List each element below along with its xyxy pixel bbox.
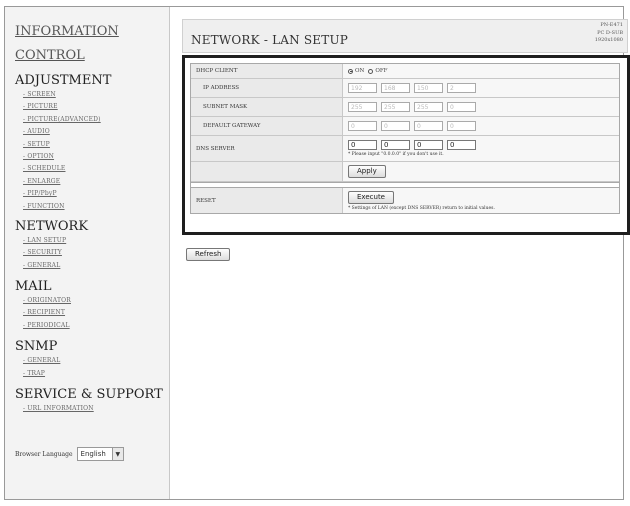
nav-item-pip-pbyp[interactable]: - PIP/PbyP — [15, 188, 169, 200]
dns-label: DNS SERVER — [191, 136, 343, 161]
nav-information[interactable]: INFORMATION — [15, 24, 169, 39]
dhcp-off-label: OFF — [375, 68, 388, 74]
nav-service-heading: SERVICE & SUPPORT — [15, 387, 163, 403]
ip-address-row: IP ADDRESS 192 168 150 2 — [191, 79, 619, 98]
refresh-button[interactable]: Refresh — [186, 248, 231, 261]
gateway-octet-1[interactable]: 0 — [348, 121, 377, 131]
ip-address-value: 192 168 150 2 — [343, 79, 619, 97]
browser-language-label: Browser Language — [15, 450, 73, 458]
main-content: NETWORK - LAN SETUP PN-E471 PC D-SUB 192… — [171, 7, 630, 499]
apply-button[interactable]: Apply — [348, 165, 386, 178]
nav-item-security[interactable]: - SECURITY — [15, 247, 169, 259]
nav-item-lan-setup[interactable]: - LAN SETUP — [15, 235, 169, 247]
dns-octet-1[interactable]: 0 — [348, 140, 377, 150]
execute-button[interactable]: Execute — [348, 190, 394, 204]
dhcp-on-option[interactable]: ON — [348, 68, 364, 74]
chevron-down-icon[interactable]: ▼ — [111, 448, 123, 460]
input-name: PC D-SUB — [597, 29, 623, 36]
dhcp-value: ON OFF — [343, 64, 619, 78]
dns-value: 0 0 0 0 * Please input "0.0.0.0" if you … — [343, 136, 619, 161]
apply-cell: Apply — [343, 162, 619, 181]
reset-label: RESET — [191, 188, 343, 213]
nav-item-periodical[interactable]: - PERIODICAL — [15, 320, 169, 332]
nav-item-recipient[interactable]: - RECIPIENT — [15, 307, 169, 319]
nav-mail-heading: MAIL — [15, 279, 52, 295]
dhcp-on-radio[interactable] — [348, 68, 353, 74]
gateway-row: DEFAULT GATEWAY 0 0 0 0 — [191, 117, 619, 136]
dns-row: DNS SERVER 0 0 0 0 * Please input "0.0.0… — [191, 136, 619, 162]
dhcp-off-option[interactable]: OFF — [368, 68, 387, 74]
subnet-row: SUBNET MASK 255 255 255 0 — [191, 98, 619, 117]
nav-control[interactable]: CONTROL — [15, 48, 169, 63]
page-title: NETWORK - LAN SETUP — [191, 33, 349, 47]
nav-item-originator[interactable]: - ORIGINATOR — [15, 295, 169, 307]
subnet-label: SUBNET MASK — [191, 98, 343, 116]
dhcp-on-label: ON — [355, 68, 365, 74]
browser-language-select[interactable]: English ▼ — [76, 447, 124, 461]
dns-octet-4[interactable]: 0 — [447, 140, 476, 150]
reset-row: RESET Execute * Settings of LAN (except … — [191, 188, 619, 213]
dhcp-row: DHCP CLIENT ON OFF — [191, 64, 619, 79]
nav-item-function[interactable]: - FUNCTION — [15, 201, 169, 213]
nav-item-picture[interactable]: - PICTURE — [15, 101, 169, 113]
ip-octet-3[interactable]: 150 — [414, 83, 443, 93]
model-name: PN-E471 — [600, 22, 623, 28]
nav-item-setup[interactable]: - SETUP — [15, 139, 169, 151]
device-info: PN-E471 PC D-SUB 1920x1080 — [595, 22, 623, 45]
nav-item-url-information[interactable]: - URL INFORMATION — [15, 403, 169, 415]
lan-settings-table: DHCP CLIENT ON OFF IP ADDRESS 192 168 15… — [190, 63, 620, 214]
gateway-label: DEFAULT GATEWAY — [191, 117, 343, 135]
dhcp-off-radio[interactable] — [368, 68, 374, 74]
ip-octet-1[interactable]: 192 — [348, 83, 377, 93]
nav-item-option[interactable]: - OPTION — [15, 151, 169, 163]
dns-octet-2[interactable]: 0 — [381, 140, 410, 150]
apply-label-cell — [191, 162, 343, 181]
ip-octet-4[interactable]: 2 — [447, 83, 476, 93]
subnet-octet-3[interactable]: 255 — [414, 102, 443, 112]
reset-cell: Execute * Settings of LAN (except DNS SE… — [343, 188, 619, 213]
reset-note: * Settings of LAN (except DNS SERVER) re… — [348, 205, 495, 211]
dhcp-label: DHCP CLIENT — [191, 64, 343, 78]
nav-snmp-heading: SNMP — [15, 339, 58, 355]
sidebar: INFORMATION CONTROL ADJUSTMENT - SCREEN … — [5, 7, 170, 499]
browser-language-value: English — [80, 450, 106, 458]
gateway-octet-3[interactable]: 0 — [414, 121, 443, 131]
nav-item-trap[interactable]: - TRAP — [15, 368, 169, 380]
nav-item-audio[interactable]: - AUDIO — [15, 126, 169, 138]
subnet-octet-1[interactable]: 255 — [348, 102, 377, 112]
ip-address-label: IP ADDRESS — [191, 79, 343, 97]
nav-item-picture-advanced[interactable]: - PICTURE(ADVANCED) — [15, 114, 169, 126]
gateway-value: 0 0 0 0 — [343, 117, 619, 135]
subnet-value: 255 255 255 0 — [343, 98, 619, 116]
nav-item-screen[interactable]: - SCREEN — [15, 89, 169, 101]
ip-octet-2[interactable]: 168 — [381, 83, 410, 93]
browser-language-row: Browser Language English ▼ — [15, 447, 124, 461]
lan-settings-panel: DHCP CLIENT ON OFF IP ADDRESS 192 168 15… — [182, 55, 630, 235]
nav-network-heading: NETWORK — [15, 218, 89, 234]
nav-item-network-general[interactable]: - GENERAL — [15, 260, 169, 272]
dns-note: * Please input "0.0.0.0" if you don't us… — [348, 152, 444, 157]
page-header: NETWORK - LAN SETUP PN-E471 PC D-SUB 192… — [182, 19, 628, 53]
browser-frame: INFORMATION CONTROL ADJUSTMENT - SCREEN … — [4, 6, 630, 500]
dns-octet-3[interactable]: 0 — [414, 140, 443, 150]
nav-adjustment-heading: ADJUSTMENT — [15, 73, 112, 88]
resolution: 1920x1080 — [594, 37, 623, 43]
subnet-octet-2[interactable]: 255 — [381, 102, 410, 112]
gateway-octet-4[interactable]: 0 — [447, 121, 476, 131]
nav-item-enlarge[interactable]: - ENLARGE — [15, 176, 169, 188]
subnet-octet-4[interactable]: 0 — [447, 102, 476, 112]
nav-item-schedule[interactable]: - SCHEDULE — [15, 163, 169, 175]
apply-row: Apply — [191, 162, 619, 182]
nav-item-snmp-general[interactable]: - GENERAL — [15, 355, 169, 367]
gateway-octet-2[interactable]: 0 — [381, 121, 410, 131]
